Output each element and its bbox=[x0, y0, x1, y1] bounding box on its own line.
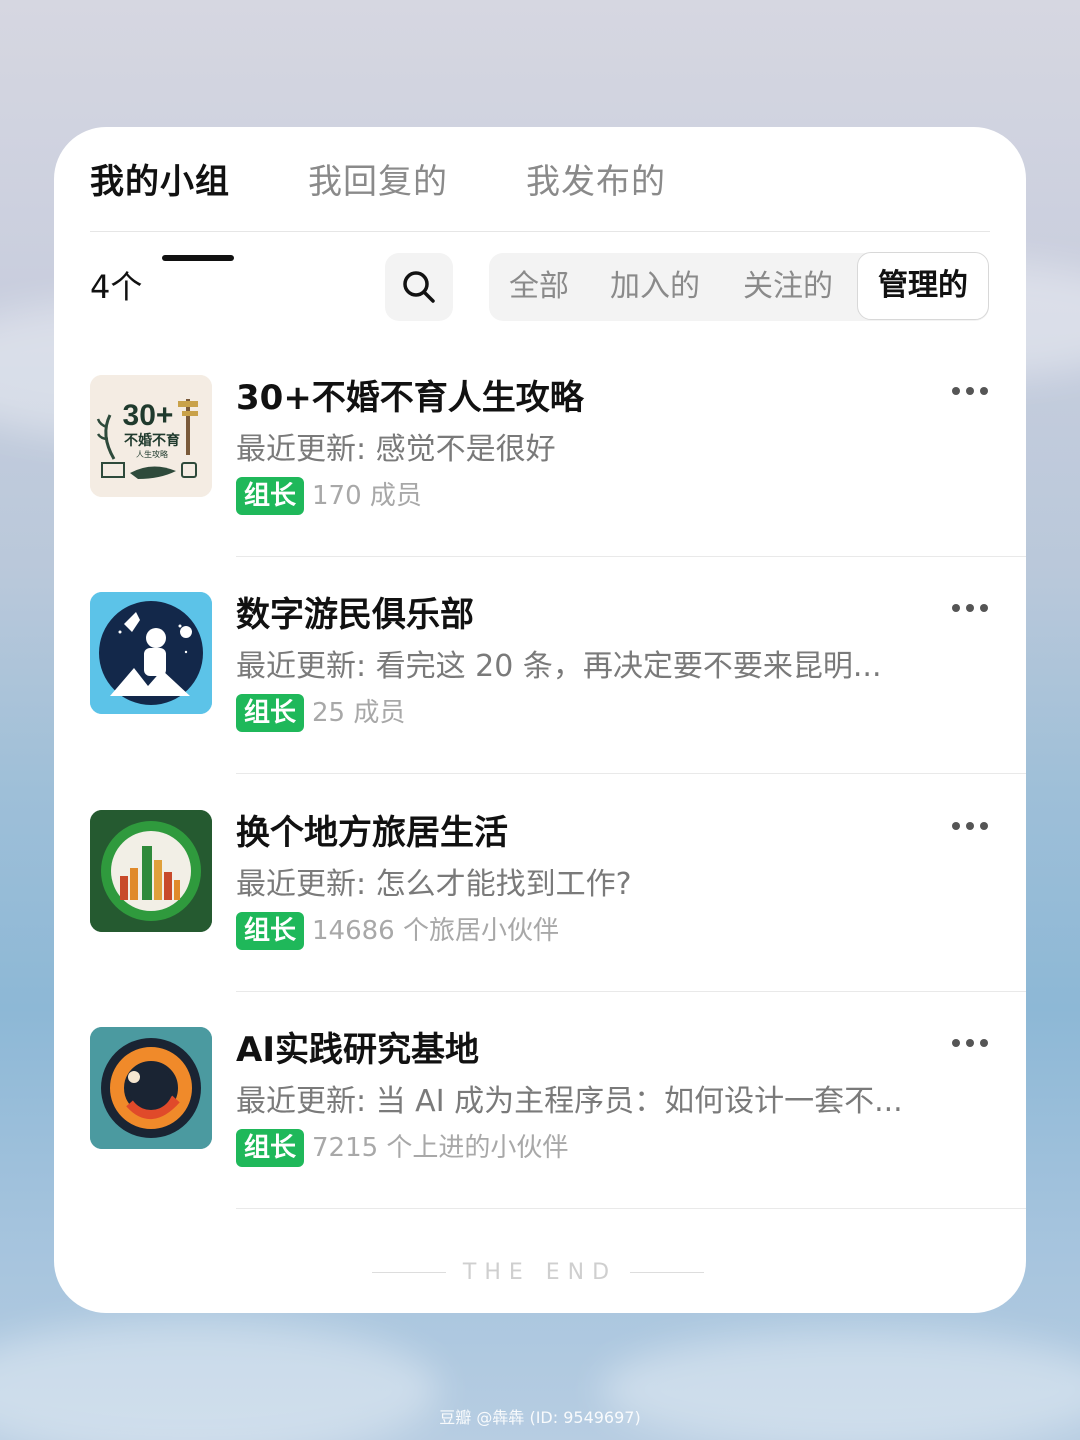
search-icon bbox=[403, 271, 435, 303]
item-divider bbox=[236, 991, 1026, 992]
watermark: 豆瓣 @犇犇 (ID: 9549697) bbox=[439, 1408, 641, 1427]
search-button[interactable] bbox=[385, 253, 453, 321]
more-icon[interactable] bbox=[950, 596, 990, 620]
item-divider bbox=[236, 1208, 1026, 1209]
filter-all[interactable]: 全部 bbox=[509, 253, 569, 321]
avatar-text-30plus: 30+ bbox=[123, 399, 174, 432]
latest-update: 最近更新: 看完这 20 条，再决定要不要来昆明... bbox=[236, 649, 882, 684]
filter-segmented-control: 全部 加入的 关注的 管理的 bbox=[489, 252, 989, 321]
group-count: 4个 bbox=[90, 268, 143, 306]
group-avatar: 30+ 不婚不育 人生攻略 bbox=[90, 375, 212, 497]
filter-managed[interactable]: 管理的 bbox=[857, 252, 989, 320]
end-marker: THE END bbox=[462, 1260, 618, 1285]
active-tab-indicator bbox=[162, 255, 234, 261]
30plus-logo-icon: 30+ 不婚不育 人生攻略 bbox=[90, 375, 212, 497]
groups-card: 我的小组 我回复的 我发布的 4个 全部 加入的 关注的 管理的 30+ 不婚不… bbox=[54, 127, 1026, 1313]
more-icon[interactable] bbox=[950, 1031, 990, 1055]
role-badge: 组长 bbox=[236, 694, 305, 732]
astronaut-logo-icon bbox=[90, 592, 212, 714]
latest-update: 最近更新: 当 AI 成为主程序员：如何设计一套不... bbox=[236, 1084, 903, 1119]
filter-joined[interactable]: 加入的 bbox=[610, 253, 700, 321]
list-item[interactable]: 30+ 不婚不育 人生攻略 30+不婚不育人生攻略 最近更新: 感觉不是很好 组… bbox=[54, 357, 1026, 575]
city-logo-icon bbox=[90, 810, 212, 932]
member-count: 170 成员 bbox=[312, 481, 422, 511]
more-icon[interactable] bbox=[950, 814, 990, 838]
group-title[interactable]: AI实践研究基地 bbox=[236, 1027, 479, 1073]
tab-my-groups[interactable]: 我的小组 bbox=[90, 157, 230, 207]
end-line-right bbox=[630, 1272, 704, 1273]
latest-update: 最近更新: 怎么才能找到工作? bbox=[236, 867, 632, 902]
tab-bar: 我的小组 我回复的 我发布的 bbox=[90, 157, 990, 261]
group-avatar bbox=[90, 592, 212, 714]
avatar-text-sub: 人生攻略 bbox=[136, 449, 168, 459]
filter-followed[interactable]: 关注的 bbox=[743, 253, 833, 321]
avatar-text-title: 不婚不育 bbox=[124, 432, 180, 449]
item-divider bbox=[236, 556, 1026, 557]
group-avatar bbox=[90, 810, 212, 932]
item-divider bbox=[236, 773, 1026, 774]
member-count: 7215 个上进的小伙伴 bbox=[312, 1133, 569, 1163]
tab-my-replies[interactable]: 我回复的 bbox=[308, 157, 448, 207]
role-badge: 组长 bbox=[236, 912, 305, 950]
group-title[interactable]: 换个地方旅居生活 bbox=[236, 810, 508, 856]
list-item[interactable]: 数字游民俱乐部 最近更新: 看完这 20 条，再决定要不要来昆明... 组长 2… bbox=[54, 574, 1026, 792]
group-title[interactable]: 30+不婚不育人生攻略 bbox=[236, 375, 584, 421]
more-icon[interactable] bbox=[950, 379, 990, 403]
list-item[interactable]: AI实践研究基地 最近更新: 当 AI 成为主程序员：如何设计一套不... 组长… bbox=[54, 1009, 1026, 1227]
ring-logo-icon bbox=[90, 1027, 212, 1149]
latest-update: 最近更新: 感觉不是很好 bbox=[236, 432, 556, 467]
group-title[interactable]: 数字游民俱乐部 bbox=[236, 592, 474, 638]
tab-my-posts[interactable]: 我发布的 bbox=[526, 157, 666, 207]
group-avatar bbox=[90, 1027, 212, 1149]
role-badge: 组长 bbox=[236, 1129, 305, 1167]
role-badge: 组长 bbox=[236, 477, 305, 515]
tabs-divider bbox=[90, 231, 990, 232]
member-count: 14686 个旅居小伙伴 bbox=[312, 916, 559, 946]
member-count: 25 成员 bbox=[312, 698, 406, 728]
list-item[interactable]: 换个地方旅居生活 最近更新: 怎么才能找到工作? 组长 14686 个旅居小伙伴 bbox=[54, 792, 1026, 1010]
